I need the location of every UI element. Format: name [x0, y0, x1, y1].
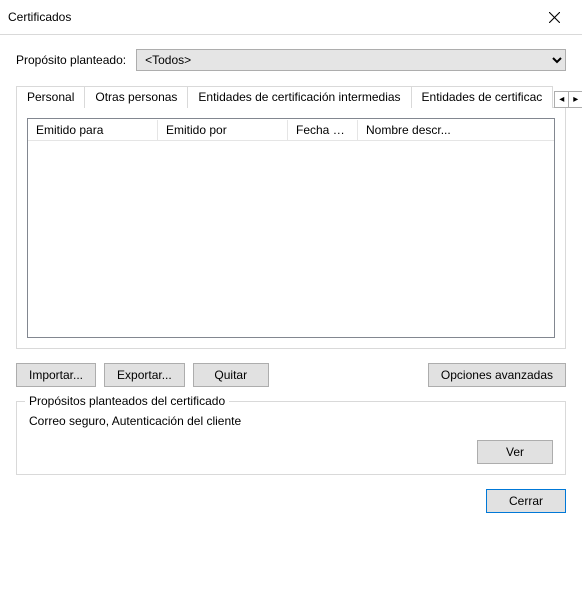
groupbox-title: Propósitos planteados del certificado — [25, 394, 229, 408]
import-button[interactable]: Importar... — [16, 363, 96, 387]
view-row: Ver — [29, 440, 553, 464]
action-button-row: Importar... Exportar... Quitar Opciones … — [16, 363, 566, 387]
titlebar: Certificados — [0, 0, 582, 35]
tab-scroll-right-button[interactable]: ▸ — [568, 91, 582, 108]
groupbox-body: Correo seguro, Autenticación del cliente… — [29, 414, 553, 464]
col-issued-by[interactable]: Emitido por — [158, 120, 288, 140]
chevron-right-icon: ▸ — [573, 93, 578, 106]
window: Certificados Propósito planteado: <Todos… — [0, 0, 582, 591]
tab-other-people[interactable]: Otras personas — [84, 86, 188, 108]
purpose-label: Propósito planteado: — [16, 53, 126, 67]
purpose-row: Propósito planteado: <Todos> — [16, 49, 566, 71]
certificate-purposes-text: Correo seguro, Autenticación del cliente — [29, 414, 553, 428]
col-issued-to[interactable]: Emitido para — [28, 120, 158, 140]
certificate-list[interactable]: Emitido para Emitido por Fecha d... Nomb… — [27, 118, 555, 338]
close-button[interactable]: Cerrar — [486, 489, 566, 513]
purpose-select-wrap: <Todos> — [136, 49, 566, 71]
window-title: Certificados — [8, 10, 71, 24]
export-button[interactable]: Exportar... — [104, 363, 185, 387]
advanced-options-button[interactable]: Opciones avanzadas — [428, 363, 566, 387]
tab-personal[interactable]: Personal — [16, 86, 85, 108]
purpose-select[interactable]: <Todos> — [136, 49, 566, 71]
tabs-strip: Personal Otras personas Entidades de cer… — [16, 85, 566, 107]
tab-trusted-ca-clipped[interactable]: Entidades de certificac — [411, 86, 554, 108]
close-icon[interactable] — [534, 6, 574, 28]
col-friendly-name[interactable]: Nombre descr... — [358, 120, 554, 140]
remove-button[interactable]: Quitar — [193, 363, 269, 387]
list-header: Emitido para Emitido por Fecha d... Nomb… — [28, 119, 554, 141]
content: Propósito planteado: <Todos> Personal Ot… — [0, 35, 582, 591]
col-expiry[interactable]: Fecha d... — [288, 120, 358, 140]
chevron-left-icon: ◂ — [559, 93, 564, 106]
tab-scroll-left-button[interactable]: ◂ — [554, 91, 569, 108]
footer-row: Cerrar — [16, 475, 566, 513]
view-button[interactable]: Ver — [477, 440, 553, 464]
purposes-groupbox: Propósitos planteados del certificado Co… — [16, 401, 566, 475]
tab-body: Emitido para Emitido por Fecha d... Nomb… — [16, 107, 566, 349]
tab-intermediate-ca[interactable]: Entidades de certificación intermedias — [187, 86, 411, 108]
tab-nav: ◂ ▸ — [554, 91, 582, 108]
